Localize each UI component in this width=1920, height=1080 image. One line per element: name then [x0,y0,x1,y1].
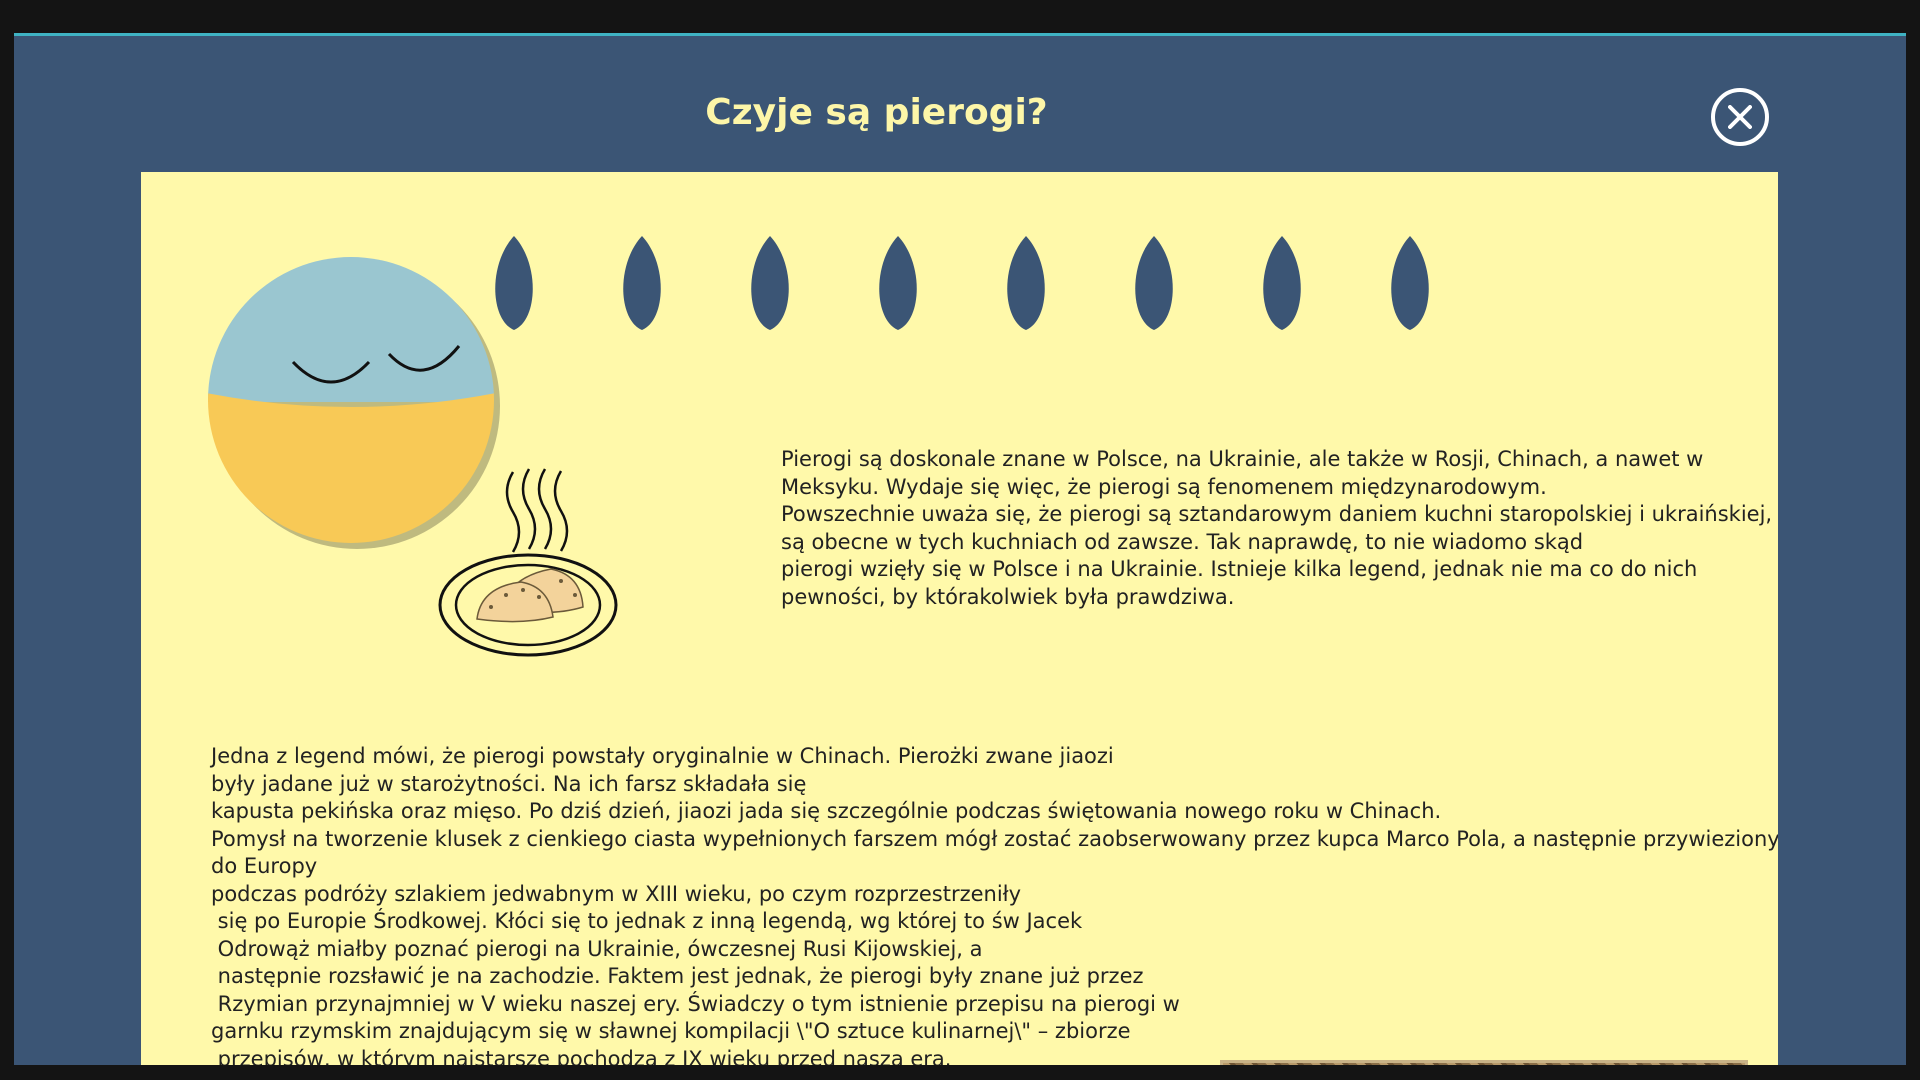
article-modal: Czyje są pierogi? Pierogi są doskonale z… [14,33,1906,1065]
legend-paragraph: Jedna z legend mówi, że pierogi powstały… [211,744,1778,1065]
pierogi-plate [438,468,618,657]
content-panel: Pierogi są doskonale znane w Polsce, na … [141,172,1778,1065]
close-icon [1728,105,1752,129]
close-button[interactable] [1711,88,1769,146]
modal-title: Czyje są pierogi? [705,92,1048,133]
intro-paragraph: Pierogi są doskonale znane w Polsce, na … [781,447,1773,609]
drop-shape [879,236,917,330]
drop-shape [1135,236,1173,330]
ornamental-picture-frame [1220,1060,1748,1065]
drop-shape [1391,236,1429,330]
drop-shape [623,236,661,330]
drop-shape [1263,236,1301,330]
drop-shape [1007,236,1045,330]
app-frame: Czyje są pierogi? Pierogi są doskonale z… [0,0,1920,1080]
drop-shape [751,236,789,330]
